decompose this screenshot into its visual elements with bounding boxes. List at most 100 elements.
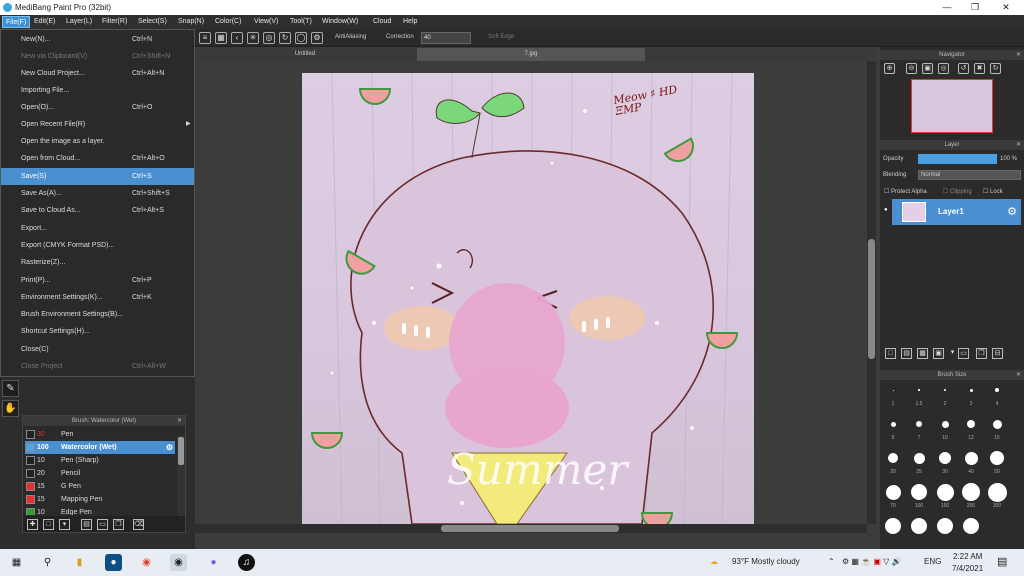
close-icon[interactable]: ✕ bbox=[996, 1, 1016, 14]
weather-text[interactable]: 93°F Mostly cloudy bbox=[732, 557, 800, 566]
hand-icon[interactable]: ✋ bbox=[2, 400, 19, 417]
protect-alpha-checkbox[interactable]: ☐ Protect Alpha bbox=[884, 188, 927, 195]
menu-item-open-recent[interactable]: Open Recent File(R) ▶ bbox=[1, 116, 194, 133]
brush-item[interactable]: 15 Mapping Pen bbox=[25, 493, 175, 506]
layer-item[interactable]: Layer1 ⚙ bbox=[892, 199, 1021, 225]
menu-layer[interactable]: Layer(L) bbox=[63, 16, 95, 28]
zoom-in-icon[interactable]: ⊕ bbox=[884, 63, 895, 74]
search-icon[interactable]: ⚲ bbox=[39, 554, 56, 571]
brush-item[interactable]: 30 Pen bbox=[25, 428, 175, 441]
rotate-right-icon[interactable]: ↻ bbox=[990, 63, 1001, 74]
merge-icon[interactable]: ⊟ bbox=[992, 348, 1003, 359]
gear-icon[interactable]: ⚙ bbox=[166, 441, 173, 454]
windows-start-icon[interactable]: ▦ bbox=[8, 554, 25, 571]
brush-size-option[interactable] bbox=[939, 452, 951, 464]
close-icon[interactable]: ✕ bbox=[1016, 370, 1021, 380]
brush-scrollbar[interactable] bbox=[177, 435, 185, 517]
notification-icon[interactable]: ▤ bbox=[997, 555, 1007, 568]
tab-untitled[interactable]: Untitled bbox=[195, 48, 415, 61]
brush-size-option[interactable] bbox=[888, 453, 898, 463]
menu-item-save[interactable]: Save(S) Ctrl+S bbox=[1, 168, 194, 185]
menu-item-rasterize[interactable]: Rasterize(Z)... bbox=[1, 254, 194, 271]
language-indicator[interactable]: ENG bbox=[924, 557, 941, 566]
brush-item[interactable]: 20 Pencil bbox=[25, 467, 175, 480]
menu-window[interactable]: Window(W) bbox=[319, 16, 361, 28]
horizontal-scrollbar[interactable] bbox=[195, 524, 867, 533]
brush-item[interactable]: 10 Edge Pen bbox=[25, 506, 175, 515]
brush-item-selected[interactable]: 100 Watercolor (Wet) ⚙ bbox=[25, 441, 175, 454]
edge-icon[interactable]: ● bbox=[205, 554, 222, 571]
brush-size-option[interactable] bbox=[890, 421, 896, 427]
menu-item-save-cloud[interactable]: Save to Cloud As... Ctrl+Alt+S bbox=[1, 202, 194, 219]
artwork-image[interactable]: Meow ♯ HD ΞMΡ Summer bbox=[302, 73, 754, 524]
brush-item[interactable]: 15 G Pen bbox=[25, 480, 175, 493]
antialias-checkbox-label[interactable]: AntiAliasing bbox=[335, 34, 366, 40]
tab-7jpg[interactable]: 7.jpg bbox=[417, 48, 645, 61]
close-icon[interactable]: ✕ bbox=[1016, 50, 1021, 60]
tiktok-icon[interactable]: ♫ bbox=[238, 554, 255, 571]
gear-icon[interactable]: ⚙ bbox=[1007, 205, 1017, 218]
brush-size-option[interactable] bbox=[911, 518, 927, 534]
brush-item[interactable]: 10 Pen (Sharp) bbox=[25, 454, 175, 467]
zoom-out-icon[interactable]: ⊖ bbox=[906, 63, 917, 74]
minimize-icon[interactable]: — bbox=[937, 1, 957, 14]
brush-size-option[interactable] bbox=[941, 420, 949, 428]
brush-size-option[interactable] bbox=[937, 518, 953, 534]
fit-icon[interactable]: ▣ bbox=[922, 63, 933, 74]
radial-icon[interactable]: ✳ bbox=[247, 32, 259, 44]
eyedropper-icon[interactable]: ✎ bbox=[2, 380, 19, 397]
close-icon[interactable]: ✕ bbox=[177, 416, 182, 426]
menu-filter[interactable]: Filter(R) bbox=[99, 16, 130, 28]
brush-size-option[interactable] bbox=[918, 389, 920, 391]
lines-icon[interactable]: ≡ bbox=[199, 32, 211, 44]
menu-item-import[interactable]: Importing File... bbox=[1, 82, 194, 99]
new-8bit-layer-icon[interactable]: ▦ bbox=[917, 348, 928, 359]
brush-size-option[interactable] bbox=[967, 420, 975, 428]
duplicate-layer-icon[interactable]: ❐ bbox=[976, 348, 987, 359]
menu-item-shortcut-settings[interactable]: Shortcut Settings(H)... bbox=[1, 323, 194, 340]
brush-size-option[interactable] bbox=[892, 389, 894, 391]
brush-size-option[interactable] bbox=[911, 484, 927, 500]
file-explorer-icon[interactable]: ▮ bbox=[71, 554, 88, 571]
menu-file[interactable]: File(F) bbox=[2, 16, 31, 28]
grid-icon[interactable]: ▦ bbox=[215, 32, 227, 44]
soft-edge-label[interactable]: Soft Edge bbox=[488, 34, 514, 40]
brush-size-option[interactable] bbox=[885, 484, 901, 500]
brush-size-option[interactable] bbox=[936, 483, 954, 501]
brush-size-option[interactable] bbox=[885, 518, 901, 534]
close-icon[interactable]: ✕ bbox=[1016, 140, 1021, 150]
clipping-checkbox[interactable]: ☐ Clipping bbox=[943, 188, 972, 195]
menu-item-export[interactable]: Export... bbox=[1, 220, 194, 237]
menu-item-close[interactable]: Close(C) bbox=[1, 341, 194, 358]
new-layer-icon[interactable]: □ bbox=[885, 348, 896, 359]
menu-edit[interactable]: Edit(E) bbox=[31, 16, 58, 28]
concentric-icon[interactable]: ◎ bbox=[263, 32, 275, 44]
folder-icon[interactable]: ▭ bbox=[97, 519, 108, 530]
menu-item-env-settings[interactable]: Environment Settings(K)... Ctrl+K bbox=[1, 289, 194, 306]
navigator-preview[interactable] bbox=[911, 79, 993, 133]
brush-size-option[interactable] bbox=[990, 451, 1004, 465]
menu-help[interactable]: Help bbox=[400, 16, 420, 28]
blending-select[interactable]: Normal bbox=[918, 170, 1021, 180]
new-brush-icon[interactable]: □ bbox=[43, 519, 54, 530]
chrome-icon[interactable]: ◉ bbox=[138, 554, 155, 571]
trash-icon[interactable]: ⌫ bbox=[133, 519, 144, 530]
curve-icon[interactable]: ↻ bbox=[279, 32, 291, 44]
opacity-slider[interactable] bbox=[918, 154, 997, 164]
menu-item-save-as[interactable]: Save As(A)... Ctrl+Shift+S bbox=[1, 185, 194, 202]
medibang-icon[interactable]: ◉ bbox=[170, 554, 187, 571]
brush-size-option[interactable] bbox=[962, 483, 980, 501]
rotate-left-icon[interactable]: ↺ bbox=[958, 63, 969, 74]
menu-color[interactable]: Color(C) bbox=[212, 16, 244, 28]
menu-item-brush-env[interactable]: Brush Environment Settings(B)... bbox=[1, 306, 194, 323]
menu-item-new[interactable]: New(N)... Ctrl+N bbox=[1, 31, 194, 48]
settings-icon[interactable]: ⚙ bbox=[311, 32, 323, 44]
brush-size-option[interactable] bbox=[913, 452, 925, 464]
brush-menu-icon[interactable]: ▾ bbox=[59, 519, 70, 530]
brush-size-option[interactable] bbox=[992, 419, 1002, 429]
brush-size-option[interactable] bbox=[916, 421, 922, 427]
perspective-icon[interactable]: ‹ bbox=[231, 32, 243, 44]
menu-item-open[interactable]: Open(O)... Ctrl+O bbox=[1, 99, 194, 116]
circle-icon[interactable]: ◯ bbox=[295, 32, 307, 44]
clock-date[interactable]: 7/4/2021 bbox=[952, 564, 983, 573]
